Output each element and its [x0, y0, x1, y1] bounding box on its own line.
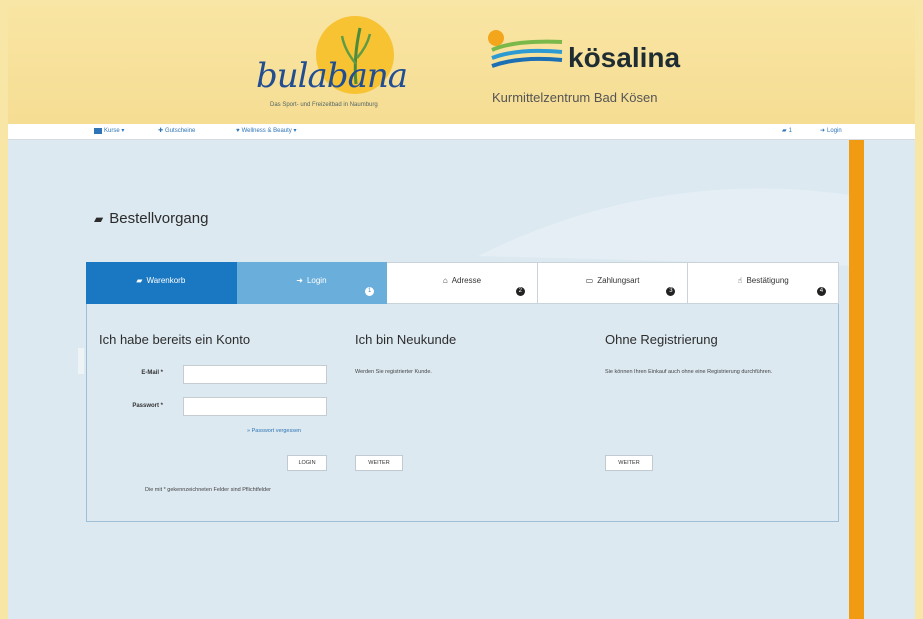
step-number: 1 — [365, 287, 375, 296]
login-panel: Ich habe bereits ein Konto E-Mail * Pass… — [86, 304, 839, 522]
step-zahlungsart[interactable]: ▭ Zahlungsart 3 — [537, 262, 689, 304]
grid-icon — [94, 127, 102, 134]
account-heading: Ich habe bereits ein Konto — [99, 332, 251, 347]
login-icon: ➜ — [296, 276, 303, 285]
guest-text: Sie können Ihren Einkauf auch ohne eine … — [605, 369, 773, 375]
step-bestaetigung[interactable]: ☝ Bestätigung 4 — [688, 262, 839, 304]
page-title: ▰ Bestellvorgang — [94, 210, 208, 227]
required-fields-note: Die mit * gekennzeichneten Felder sind P… — [145, 487, 271, 493]
money-icon: ▭ — [585, 276, 594, 285]
password-label: Passwort * — [132, 403, 163, 409]
forgot-password-link[interactable]: » Passwort vergessen — [247, 428, 301, 434]
top-navigation: Kurse ▾ ✚ Gutscheine ♥ Wellness & Beauty… — [8, 124, 915, 140]
nav-kurse-label: Kurse ▾ — [104, 128, 125, 134]
nav-gutscheine-label: Gutscheine — [165, 127, 196, 134]
cart-icon: ▰ — [782, 128, 787, 134]
side-accent-bar — [849, 140, 864, 619]
kosalina-wave-icon — [488, 30, 563, 68]
login-icon: ➜ — [820, 128, 826, 134]
kosalina-tagline: Kurmittelzentrum Bad Kösen — [492, 90, 658, 105]
step-number: 4 — [816, 287, 826, 296]
nav-cart[interactable]: ▰ 1 — [782, 127, 792, 135]
header-banner: bulabana Das Sport- und Freizeitbad in N… — [8, 6, 915, 124]
step-label: Bestätigung — [746, 276, 789, 285]
nav-login-label: Login — [827, 127, 842, 134]
cart-icon: ▰ — [94, 211, 104, 226]
password-field[interactable] — [183, 397, 327, 416]
home-icon: ⌂ — [442, 276, 448, 285]
step-label: Zahlungsart — [597, 276, 640, 285]
step-number: 3 — [666, 287, 676, 296]
new-customer-continue-button[interactable]: WEITER — [355, 455, 403, 471]
nav-wellness[interactable]: ♥ Wellness & Beauty ▾ — [236, 127, 297, 135]
page-title-text: Bestellvorgang — [109, 210, 209, 227]
new-customer-text: Werden Sie registrierter Kunde. — [355, 369, 432, 375]
thumbs-up-icon: ☝ — [737, 276, 743, 285]
side-tab[interactable] — [78, 348, 84, 374]
step-login[interactable]: ➜ Login 1 — [236, 262, 388, 304]
step-label: Warenkorb — [146, 276, 186, 285]
bulabana-tagline: Das Sport- und Freizeitbad in Naumburg — [270, 102, 378, 108]
guest-continue-button[interactable]: WEITER — [605, 455, 653, 471]
new-customer-heading: Ich bin Neukunde — [355, 332, 457, 347]
cart-count: 1 — [788, 127, 792, 134]
step-label: Login — [306, 276, 327, 285]
email-field[interactable] — [183, 365, 327, 384]
step-label: Adresse — [451, 276, 482, 285]
step-number: 2 — [515, 287, 525, 296]
login-button[interactable]: LOGIN — [287, 455, 327, 471]
email-label: E-Mail * — [141, 370, 163, 376]
heart-icon: ♥ — [236, 127, 240, 134]
nav-gutscheine[interactable]: ✚ Gutscheine — [158, 127, 196, 135]
cart-icon: ▰ — [136, 276, 143, 285]
kosalina-logo[interactable]: kösalina — [568, 42, 680, 74]
step-adresse[interactable]: ⌂ Adresse 2 — [387, 262, 538, 304]
bulabana-logo[interactable]: bulabana — [256, 56, 408, 96]
guest-heading: Ohne Registrierung — [605, 332, 718, 347]
page-frame: bulabana Das Sport- und Freizeitbad in N… — [8, 6, 915, 619]
nav-login[interactable]: ➜ Login — [820, 127, 842, 135]
nav-wellness-label: Wellness & Beauty ▾ — [241, 128, 297, 134]
step-warenkorb[interactable]: ▰ Warenkorb — [86, 262, 237, 304]
background-wave — [478, 188, 858, 266]
nav-kurse[interactable]: Kurse ▾ — [94, 127, 124, 134]
checkout-steps: ▰ Warenkorb ➜ Login 1 ⌂ Adresse 2 ▭ Zahlungs… — [86, 262, 839, 304]
gift-icon: ✚ — [158, 128, 164, 134]
